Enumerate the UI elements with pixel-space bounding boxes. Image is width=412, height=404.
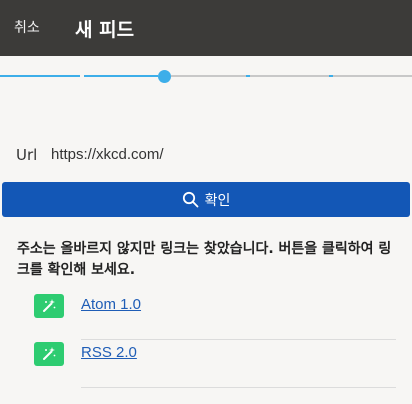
- feed-link-atom[interactable]: Atom 1.0: [81, 296, 141, 313]
- feed-link-rss[interactable]: RSS 2.0: [81, 344, 137, 361]
- magic-wand-icon[interactable]: [34, 342, 64, 366]
- step-progress: [0, 70, 412, 83]
- progress-step-gap: [80, 75, 84, 77]
- info-message: 주소는 올바르지 않지만 링크는 찾았습니다. 버튼을 클릭하여 링크를 확인해…: [17, 241, 392, 278]
- url-label: Url: [16, 146, 38, 164]
- divider: [81, 387, 396, 388]
- url-field[interactable]: https://xkcd.com/: [51, 146, 164, 163]
- progress-track-remaining: [171, 75, 412, 77]
- search-icon: [182, 191, 199, 208]
- confirm-button-label: 확인: [204, 192, 231, 209]
- confirm-button[interactable]: 확인: [2, 182, 410, 217]
- feed-item[interactable]: RSS 2.0: [34, 340, 396, 388]
- feed-item[interactable]: Atom 1.0: [34, 292, 396, 340]
- progress-track-complete: [0, 75, 158, 77]
- progress-step-marker: [246, 75, 250, 77]
- app-bar: 취소 새 피드: [0, 0, 412, 56]
- page-title: 새 피드: [75, 19, 135, 41]
- magic-wand-icon[interactable]: [34, 294, 64, 318]
- progress-current-dot: [158, 70, 171, 83]
- progress-step-marker: [329, 75, 333, 77]
- cancel-button[interactable]: 취소: [14, 17, 40, 37]
